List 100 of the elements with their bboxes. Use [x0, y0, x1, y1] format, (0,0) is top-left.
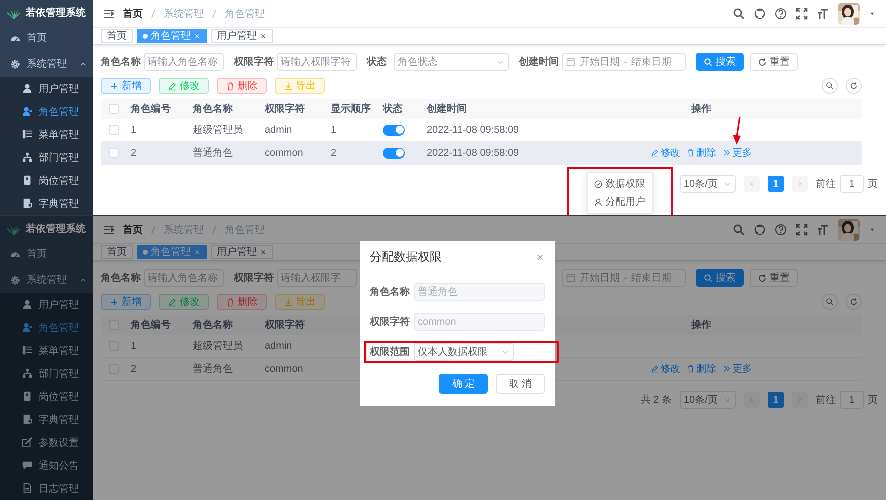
menu-item[interactable]: 字典管理	[0, 192, 93, 215]
menu-item[interactable]: 字典管理	[0, 408, 93, 431]
action-link[interactable]: 修改	[650, 362, 680, 376]
menu-item[interactable]: 部门管理	[0, 146, 93, 169]
menu-item[interactable]: 系统管理	[0, 267, 93, 293]
menu-item[interactable]: 用户管理	[0, 293, 93, 316]
menu-item[interactable]: 岗位管理	[0, 385, 93, 408]
field-label: 角色名称	[370, 286, 410, 299]
page-input[interactable]: 1	[840, 391, 864, 409]
menu-item[interactable]: 分配用户	[588, 193, 652, 211]
breadcrumb-item[interactable]: 首页	[123, 222, 143, 236]
table-cell-text: 普通角色	[192, 362, 234, 376]
page-size-select[interactable]: 10条/页	[680, 175, 736, 193]
field-label: 权限字符	[370, 315, 410, 329]
menu-item[interactable]: 首页	[0, 241, 93, 267]
column-header: 状态	[382, 102, 404, 116]
menu-item[interactable]: 用户管理	[0, 77, 93, 100]
action-link[interactable]: 修改	[650, 146, 680, 160]
menu-item[interactable]: 菜单管理	[0, 339, 93, 362]
goto-label: 前往	[816, 178, 836, 191]
table-cell-text: common	[264, 148, 304, 158]
delete-button[interactable]: 删除	[217, 78, 267, 94]
table-cell-text: common	[264, 364, 304, 374]
confirm-button[interactable]: 确 定	[439, 374, 488, 394]
tab[interactable]: 角色管理	[137, 245, 207, 259]
date-range-field[interactable]: 开始日期 - 结束日期	[562, 53, 686, 71]
menu-item[interactable]: 首页	[0, 25, 93, 51]
page-unit: 页	[868, 394, 878, 407]
add-button[interactable]: 新增	[101, 78, 151, 94]
menu-item[interactable]: 角色管理	[0, 100, 93, 123]
breadcrumb-item[interactable]: 首页	[123, 6, 143, 20]
table-cell-text: 超级管理员	[192, 340, 244, 353]
add-button[interactable]: 新增	[101, 294, 151, 310]
menu-item[interactable]: 系统管理	[0, 51, 93, 77]
reset-button[interactable]: 重置	[750, 53, 798, 71]
page-size-select[interactable]: 10条/页	[680, 391, 736, 409]
field-label: 权限字符	[234, 271, 274, 285]
date-range-field[interactable]: 开始日期 - 结束日期	[562, 269, 686, 287]
menu-item[interactable]: 部门管理	[0, 362, 93, 385]
table-cell-text: 超级管理员	[192, 124, 244, 137]
field-label: 角色名称	[101, 272, 141, 285]
table-cell-text: 2	[330, 148, 338, 158]
select-field[interactable]: 角色状态	[394, 53, 509, 71]
reset-button[interactable]: 重置	[750, 269, 798, 287]
table-cell-text: admin	[264, 124, 294, 136]
column-header: 操作	[692, 102, 712, 116]
menu-item[interactable]: 数据权限	[588, 175, 652, 193]
tab[interactable]: 用户管理	[211, 29, 273, 43]
tab[interactable]: 角色管理	[137, 29, 207, 43]
column-header: 权限字符	[264, 318, 306, 332]
menu-item[interactable]: 通知公告	[0, 454, 93, 477]
column-header: 角色名称	[192, 318, 234, 332]
table-cell-text: 1	[130, 340, 138, 352]
action-link[interactable]: 删除	[686, 146, 716, 160]
menu-item[interactable]: 菜单管理	[0, 123, 93, 146]
app-title: 若依管理系统	[26, 6, 86, 20]
field-label: 权限范围	[370, 346, 410, 359]
page-button[interactable]: 1	[768, 392, 784, 408]
tab[interactable]: 首页	[101, 245, 133, 259]
menu-item[interactable]: 角色管理	[0, 316, 93, 339]
goto-label: 前往	[816, 394, 836, 407]
tab[interactable]: 首页	[101, 29, 133, 43]
table-cell-text: admin	[264, 340, 294, 352]
field-label: 创建时间	[519, 56, 559, 69]
column-header: 角色编号	[130, 318, 172, 332]
search-button[interactable]: 搜索	[696, 53, 744, 71]
search-button[interactable]: 搜索	[696, 269, 744, 287]
breadcrumb-item[interactable]: 系统管理	[164, 222, 204, 236]
table-cell-text: 2022-11-08 09:58:09	[426, 124, 520, 136]
menu-item[interactable]: 日志管理	[0, 477, 93, 500]
action-link[interactable]: 更多	[722, 362, 752, 376]
column-header: 角色名称	[192, 102, 234, 116]
table-cell-text: 普通角色	[192, 146, 234, 160]
tab[interactable]: 用户管理	[211, 245, 273, 259]
breadcrumb-item: 角色管理	[225, 224, 265, 236]
total-count: 共 2 条	[640, 394, 672, 407]
table-cell-text: 1	[330, 124, 338, 136]
action-link[interactable]: 更多	[722, 146, 752, 160]
search-field[interactable]: 请输入角色名称	[144, 269, 224, 287]
column-header: 创建时间	[426, 102, 468, 116]
menu-item[interactable]: 岗位管理	[0, 169, 93, 192]
delete-button[interactable]: 删除	[217, 294, 267, 310]
column-header: 显示顺序	[330, 102, 372, 116]
search-field[interactable]: 请输入角色名称	[144, 53, 224, 71]
page-input[interactable]: 1	[840, 175, 864, 193]
column-header: 权限字符	[264, 102, 306, 116]
breadcrumb-item[interactable]: 系统管理	[164, 6, 204, 20]
menu-item[interactable]: 参数设置	[0, 431, 93, 454]
cancel-button[interactable]: 取 消	[496, 374, 545, 394]
field-label: 状态	[367, 56, 388, 69]
action-link[interactable]: 删除	[686, 362, 716, 376]
page-unit: 页	[868, 178, 878, 191]
page-button[interactable]: 1	[768, 176, 784, 192]
select-field[interactable]: 仅本人数据权限	[414, 343, 514, 361]
table-cell-text: 2022-11-08 09:58:09	[426, 148, 520, 158]
field-label: 角色名称	[101, 56, 141, 69]
column-header: 操作	[692, 318, 712, 332]
column-header: 角色编号	[130, 102, 172, 116]
dialog-title: 分配数据权限	[370, 248, 442, 266]
table-cell-text: 1	[130, 124, 138, 136]
